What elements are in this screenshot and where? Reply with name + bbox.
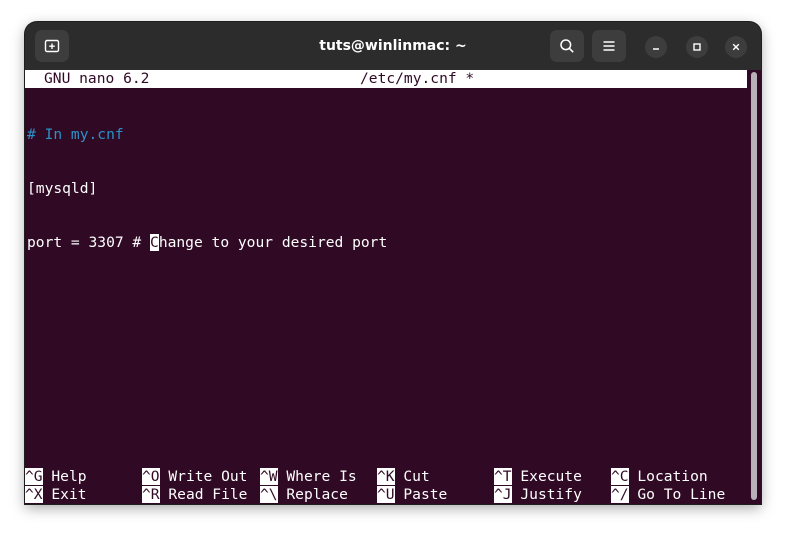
maximize-button[interactable] (686, 36, 708, 58)
hamburger-menu-icon (603, 41, 615, 51)
shortcut-key: ^W (260, 468, 278, 485)
maximize-icon (693, 43, 701, 51)
shortcut-where-is[interactable]: ^W Where Is (260, 468, 357, 486)
shortcut-label: Location (637, 468, 708, 485)
shortcut-key: ^J (494, 486, 512, 503)
nano-header-bar: GNU nano 6.2 /etc/my.cnf * (25, 70, 747, 88)
nano-filename: /etc/my.cnf * (360, 70, 475, 87)
editor-text-after-cursor: hange to your desired port (158, 234, 388, 251)
shortcut-key: ^K (377, 468, 395, 485)
shortcut-label: Write Out (168, 468, 248, 485)
shortcut-label: Replace (286, 486, 348, 503)
shortcut-replace[interactable]: ^\ Replace (260, 486, 348, 504)
shortcut-exit[interactable]: ^X Exit (25, 486, 87, 504)
shortcut-label: Justify (520, 486, 582, 503)
shortcut-key: ^/ (611, 486, 629, 503)
shortcut-help[interactable]: ^G Help (25, 468, 87, 486)
new-tab-button[interactable] (35, 30, 69, 62)
shortcut-read-file[interactable]: ^R Read File (142, 486, 247, 504)
shortcut-key: ^\ (260, 486, 278, 503)
search-button[interactable] (550, 30, 584, 62)
shortcut-key: ^G (25, 468, 43, 485)
shortcut-row-2: ^X Exit ^R Read File ^\ Replace ^U Paste… (25, 486, 747, 504)
shortcut-key: ^U (377, 486, 395, 503)
editor-text-before-cursor: port = 3307 # (27, 234, 151, 251)
minimize-button[interactable] (645, 36, 667, 58)
nano-version: GNU nano 6.2 (44, 70, 150, 87)
new-tab-icon (44, 39, 60, 53)
shortcut-label: Go To Line (637, 486, 726, 503)
editor-line-port: port = 3307 # Change to your desired por… (27, 234, 387, 252)
terminal-area[interactable]: GNU nano 6.2 /etc/my.cnf * # In my.cnf [… (25, 70, 747, 504)
minimize-icon (653, 48, 659, 50)
shortcut-label: Exit (51, 486, 87, 503)
shortcut-key: ^T (494, 468, 512, 485)
shortcut-write-out[interactable]: ^O Write Out (142, 468, 247, 486)
scrollbar-thumb[interactable] (751, 72, 757, 500)
title-bar[interactable]: tuts@winlinmac: ~ (25, 22, 761, 70)
shortcut-location[interactable]: ^C Location (611, 468, 708, 486)
shortcut-label: Cut (403, 468, 430, 485)
shortcut-key: ^X (25, 486, 43, 503)
editor-line-section: [mysqld] (27, 180, 98, 197)
close-icon (732, 43, 740, 51)
shortcut-paste[interactable]: ^U Paste (377, 486, 447, 504)
menu-button[interactable] (592, 30, 626, 62)
shortcut-label: Paste (403, 486, 448, 503)
shortcut-go-to-line[interactable]: ^/ Go To Line (611, 486, 725, 504)
search-icon (560, 39, 574, 53)
shortcut-key: ^C (611, 468, 629, 485)
shortcut-key: ^O (142, 468, 160, 485)
text-cursor: C (150, 234, 159, 251)
close-button[interactable] (725, 36, 747, 58)
shortcut-key: ^R (142, 486, 160, 503)
editor-line-comment: # In my.cnf (27, 126, 124, 143)
shortcut-label: Execute (520, 468, 582, 485)
shortcut-label: Where Is (286, 468, 357, 485)
shortcut-label: Help (51, 468, 87, 485)
shortcut-justify[interactable]: ^J Justify (494, 486, 582, 504)
terminal-window: tuts@winlinmac: ~ GNU nano 6.2 /etc/my.c… (25, 22, 761, 504)
shortcut-label: Read File (168, 486, 248, 503)
shortcut-cut[interactable]: ^K Cut (377, 468, 430, 486)
shortcut-row-1: ^G Help ^O Write Out ^W Where Is ^K Cut … (25, 468, 747, 486)
vertical-scrollbar[interactable] (747, 70, 761, 504)
shortcut-execute[interactable]: ^T Execute (494, 468, 582, 486)
